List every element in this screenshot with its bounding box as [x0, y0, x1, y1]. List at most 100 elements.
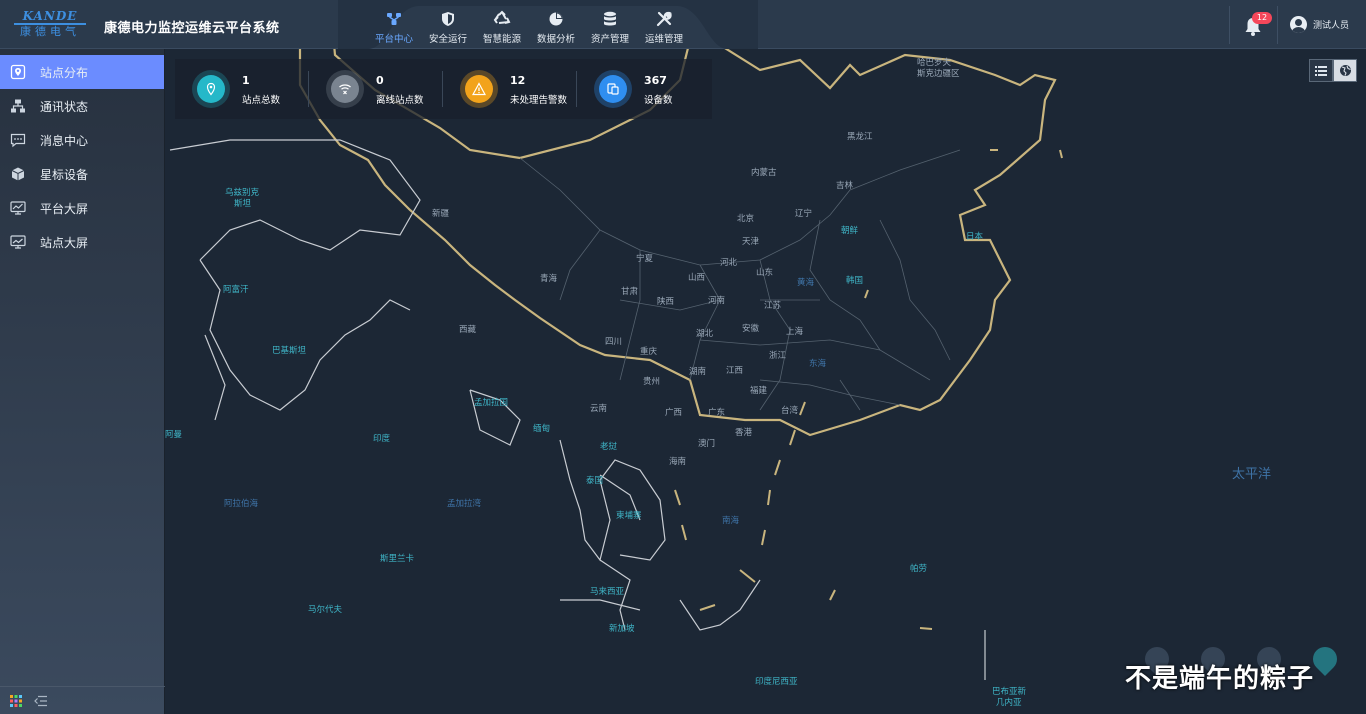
stat-label: 离线站点数: [376, 95, 424, 106]
user-menu[interactable]: 测试人员: [1290, 16, 1349, 33]
stat-offline-sites: 0 离线站点数: [309, 59, 443, 119]
map-label: 马尔代夫: [308, 605, 343, 615]
platform-icon: [387, 13, 401, 25]
nav-item-safe-operation[interactable]: 安全运行: [421, 6, 475, 46]
stat-value: 1: [242, 74, 250, 87]
stat-value: 12: [510, 74, 526, 87]
stat-device-count: 367 设备数: [577, 59, 711, 119]
cube-icon: [11, 167, 25, 181]
map-label: 几内亚: [996, 698, 1022, 708]
map-label: 湖南: [689, 367, 707, 377]
nav-item-asset-management[interactable]: 资产管理: [583, 6, 637, 46]
map-label: 巴基斯坦: [272, 346, 307, 356]
map-label: 泰国: [586, 476, 604, 486]
stat-total-sites: 1 站点总数: [175, 59, 309, 119]
nav-label: 运维管理: [644, 34, 683, 45]
map-label: 印度: [373, 434, 391, 444]
map-label: 北京: [737, 214, 755, 224]
warning-icon: [472, 82, 486, 96]
top-bar: KANDE 康德电气 康德电力监控运维云平台系统 平台中心 安全运行 智慧能源 …: [0, 0, 1366, 49]
stat-value: 0: [376, 74, 384, 87]
shield-icon: [442, 12, 454, 26]
location-icon: [10, 64, 26, 80]
map-label: 浙江: [769, 351, 787, 361]
sidebar-item-label: 站点大屏: [40, 235, 89, 250]
stat-pending-alarms: 12 未处理告警数: [443, 59, 577, 119]
stats-panel: 1 站点总数 0 离线站点数 12 未处理告警数 367 设备数: [175, 59, 712, 119]
location-icon: [206, 82, 216, 96]
nav-label: 数据分析: [536, 34, 575, 45]
avatar: [1290, 16, 1307, 33]
main-nav: 平台中心 安全运行 智慧能源 数据分析 资产管理 运维管理: [367, 6, 691, 46]
sidebar-item-comm-status[interactable]: 通讯状态: [0, 89, 164, 123]
brand-logo: KANDE 康德电气: [14, 10, 86, 40]
stat-label: 站点总数: [242, 95, 281, 106]
nav-item-ops-management[interactable]: 运维管理: [637, 6, 691, 46]
sidebar-item-platform-screen[interactable]: 平台大屏: [0, 191, 164, 225]
map-label: 福建: [750, 386, 768, 396]
message-icon: [10, 133, 26, 148]
map-label: 上海: [786, 327, 804, 337]
notification-badge: 12: [1252, 12, 1272, 24]
sidebar-item-starred-devices[interactable]: 星标设备: [0, 157, 164, 191]
list-view-button[interactable]: [1309, 59, 1333, 82]
map-label: 青海: [540, 274, 558, 284]
map-label: 斯克边疆区: [917, 69, 960, 79]
sidebar-footer: [0, 686, 165, 714]
map-view-button[interactable]: [1333, 59, 1357, 82]
nav-item-platform-center[interactable]: 平台中心: [367, 6, 421, 46]
map-label: 阿拉伯海: [224, 499, 259, 509]
sidebar-item-site-distribution[interactable]: 站点分布: [0, 55, 164, 89]
sidebar-item-message-center[interactable]: 消息中心: [0, 123, 164, 157]
map-label: 四川: [605, 337, 623, 347]
sidebar-item-label: 通讯状态: [40, 99, 89, 114]
map-label: 斯里兰卡: [380, 554, 415, 564]
stat-icon-wrap: [465, 75, 493, 103]
sidebar-item-label: 站点分布: [40, 65, 89, 80]
map-label: 吉林: [836, 181, 854, 191]
map-label: 印度尼西亚: [755, 677, 798, 687]
tools-icon: [656, 11, 672, 27]
stat-icon-wrap: [599, 75, 627, 103]
header-divider: [1229, 6, 1230, 44]
map-label: 新加坡: [609, 624, 635, 634]
apps-grid-icon[interactable]: [10, 694, 22, 707]
map-label: 湖北: [696, 329, 714, 339]
map-label: 江西: [726, 366, 744, 376]
map-label: 西藏: [459, 325, 477, 335]
map-label: 重庆: [640, 347, 658, 357]
map-label: 斯坦: [234, 199, 252, 209]
map-label: 阿曼: [165, 430, 183, 440]
collapse-menu-icon[interactable]: [34, 695, 47, 707]
sidebar-item-site-screen[interactable]: 站点大屏: [0, 225, 164, 259]
sidebar-item-label: 星标设备: [40, 167, 89, 182]
sidebar-item-label: 平台大屏: [40, 201, 89, 216]
pie-chart-icon: [549, 12, 563, 26]
devices-icon: [607, 83, 619, 95]
map-label: 孟加拉国: [474, 398, 509, 408]
map-label: 广西: [665, 408, 683, 418]
map-label: 马来西亚: [590, 587, 625, 597]
logo-text-en: KANDE: [14, 10, 86, 25]
map-label: 甘肃: [621, 287, 639, 297]
user-name: 测试人员: [1313, 21, 1350, 31]
map-label: 香港: [735, 428, 753, 438]
map-label: 帕劳: [910, 564, 928, 574]
sidebar: 站点分布 通讯状态 消息中心 星标设备 平台大屏 站点大屏: [0, 49, 165, 714]
nav-item-smart-energy[interactable]: 智慧能源: [475, 6, 529, 46]
monitor-icon: [10, 235, 26, 249]
map-label: 山东: [756, 268, 774, 278]
map-label: 天津: [742, 237, 760, 247]
map-label: 山西: [688, 273, 706, 283]
header-divider: [1277, 6, 1278, 44]
stat-icon-wrap: [197, 75, 225, 103]
globe-icon: [1339, 65, 1351, 76]
monitor-chart-icon: [10, 201, 26, 215]
map-label: 江苏: [764, 301, 782, 311]
app-title: 康德电力监控运维云平台系统: [104, 21, 280, 36]
stat-label: 设备数: [644, 95, 673, 106]
nav-item-data-analysis[interactable]: 数据分析: [529, 6, 583, 46]
map-view[interactable]: 哈巴罗夫 斯克边疆区 黑龙江 内蒙古 吉林 辽宁 北京 天津 朝鲜 日本 韩国 …: [165, 49, 1366, 714]
watermark-text: 不是端午的粽子: [1125, 664, 1315, 694]
map-label: 贵州: [643, 377, 661, 387]
